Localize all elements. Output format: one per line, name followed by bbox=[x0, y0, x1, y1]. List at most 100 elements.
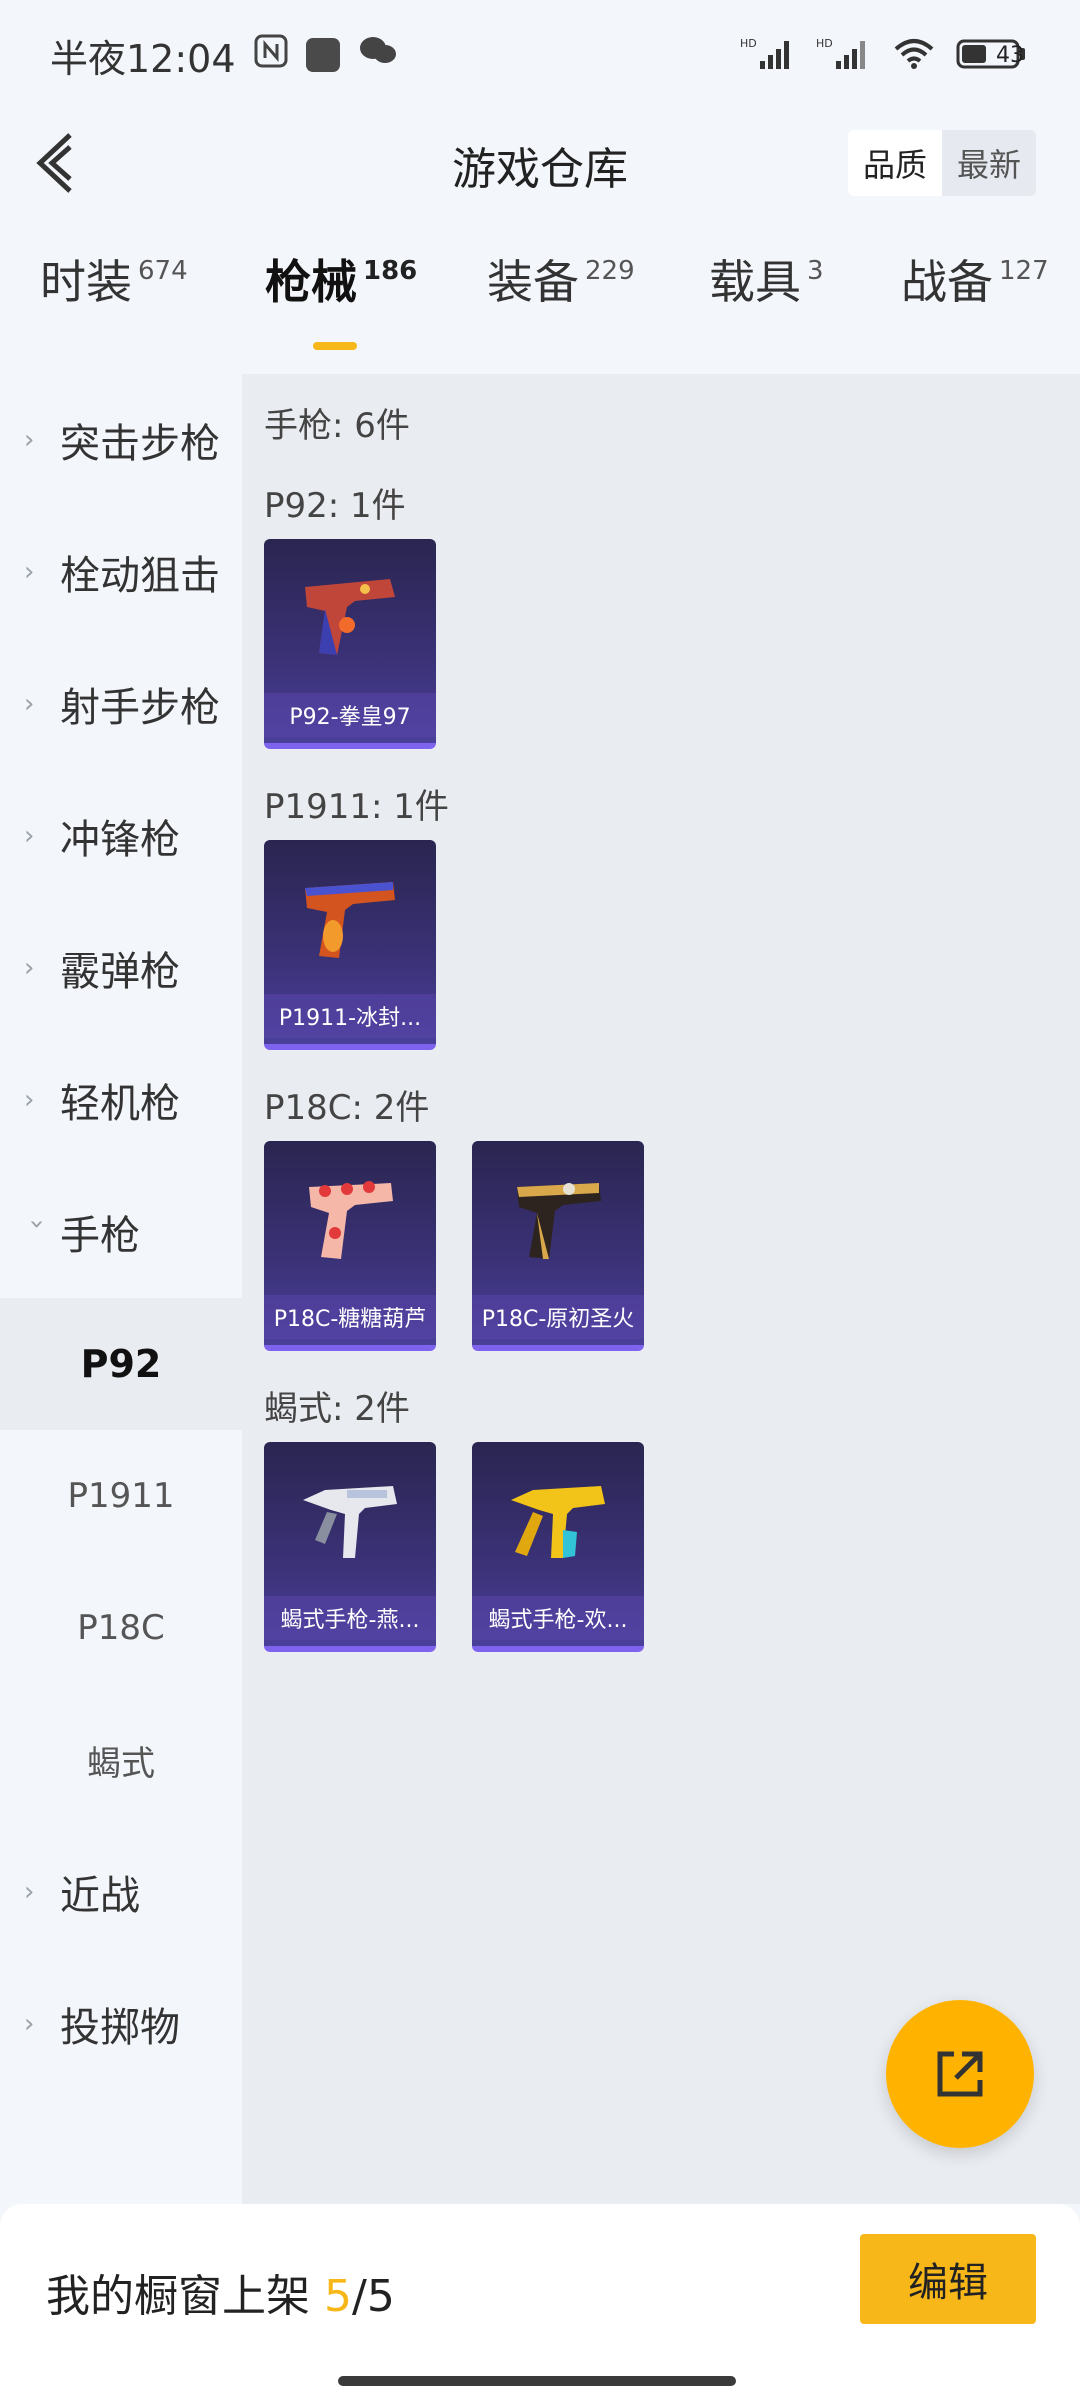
showcase-total-count: 5 bbox=[366, 2271, 395, 2322]
wechat-icon bbox=[358, 33, 398, 77]
sidebar-item-label: 冲锋枪 bbox=[60, 817, 180, 863]
sidebar-item-label: 突击步枪 bbox=[60, 421, 220, 467]
item-name: P1911-冰封... bbox=[264, 994, 436, 1038]
smg-skin-image bbox=[472, 1450, 644, 1590]
chevron-right-icon: › bbox=[24, 425, 35, 455]
item-card[interactable]: 蝎式手枪-燕... bbox=[264, 1442, 436, 1652]
tab-equipment[interactable]: 装备 229 bbox=[487, 250, 709, 314]
sidebar-item-bolt-sniper[interactable]: › 栓动狙击 bbox=[0, 506, 242, 638]
sidebar-item-assault-rifle[interactable]: › 突击步枪 bbox=[0, 374, 242, 506]
bottom-bar: 我的橱窗上架 5/5 编辑 bbox=[0, 2204, 1080, 2400]
pistol-skin-image bbox=[264, 848, 436, 988]
sidebar-item-label: 投掷物 bbox=[60, 2005, 180, 2051]
tab-label: 枪械 bbox=[265, 255, 357, 309]
group-title-p1911: P1911: 1件 bbox=[264, 787, 449, 827]
chevron-right-icon: › bbox=[24, 821, 35, 851]
tab-label: 时装 bbox=[40, 255, 132, 309]
app-root: 半夜12:04 HD HD 43 游戏仓库 品质 最新 时装 674 枪械 18… bbox=[0, 0, 1080, 2400]
sort-toggle: 品质 最新 bbox=[848, 130, 1036, 196]
sidebar-item-pistol[interactable]: › 手枪 bbox=[0, 1166, 242, 1298]
sidebar-item-lmg[interactable]: › 轻机枪 bbox=[0, 1034, 242, 1166]
chevron-right-icon: › bbox=[24, 1085, 35, 1115]
sidebar-item-label: 霰弹枪 bbox=[60, 949, 180, 995]
showcase-current-count: 5 bbox=[324, 2271, 352, 2322]
sidebar-item-label: 手枪 bbox=[60, 1213, 140, 1259]
sidebar-subitem-scorpion[interactable]: 蝎式 bbox=[0, 1694, 242, 1826]
tab-count: 674 bbox=[138, 256, 188, 286]
item-card[interactable]: P18C-原初圣火 bbox=[472, 1141, 644, 1351]
sidebar-item-marksman-rifle[interactable]: › 射手步枪 bbox=[0, 638, 242, 770]
share-fab-button[interactable] bbox=[886, 2000, 1034, 2148]
category-sidebar: › 突击步枪 › 栓动狙击 › 射手步枪 › 冲锋枪 › 霰弹枪 › 轻机枪 › 手枪 P92… bbox=[0, 374, 242, 2204]
showcase-label: 我的橱窗上架 bbox=[46, 2271, 324, 2322]
group-items-p18c: P18C-糖糖葫芦 P18C-原初圣火 bbox=[264, 1141, 1080, 1351]
sidebar-item-throwables[interactable]: › 投掷物 bbox=[0, 1958, 242, 2090]
battery-level: 43 bbox=[996, 42, 1024, 68]
item-card[interactable]: P18C-糖糖葫芦 bbox=[264, 1141, 436, 1351]
signal-icon: HD bbox=[740, 35, 796, 76]
group-items-p92: P92-拳皇97 bbox=[264, 539, 1080, 749]
svg-text:HD: HD bbox=[816, 37, 833, 50]
tab-count: 3 bbox=[807, 256, 824, 286]
app-notification-icon bbox=[305, 38, 340, 72]
tab-active-indicator bbox=[313, 342, 357, 350]
group-title-scorpion: 蝎式: 2件 bbox=[264, 1389, 410, 1429]
status-right: HD HD 43 bbox=[740, 35, 1030, 76]
tab-count: 127 bbox=[999, 256, 1049, 286]
sort-quality-button[interactable]: 品质 bbox=[848, 130, 942, 196]
status-left: 半夜12:04 bbox=[50, 28, 398, 83]
group-title-p92: P92: 1件 bbox=[264, 486, 406, 526]
pistol-skin-image bbox=[472, 1149, 644, 1289]
item-name: P18C-原初圣火 bbox=[472, 1295, 644, 1339]
pistol-skin-image bbox=[264, 547, 436, 687]
pistol-skin-image bbox=[264, 1149, 436, 1289]
sidebar-item-label: 近战 bbox=[60, 1873, 140, 1919]
group-items-scorpion: 蝎式手枪-燕... 蝎式手枪-欢... bbox=[264, 1442, 1080, 1652]
sidebar-item-shotgun[interactable]: › 霰弹枪 bbox=[0, 902, 242, 1034]
showcase-status: 我的橱窗上架 5/5 bbox=[46, 2260, 395, 2324]
item-name: P18C-糖糖葫芦 bbox=[264, 1295, 436, 1339]
item-card[interactable]: P92-拳皇97 bbox=[264, 539, 436, 749]
chevron-down-icon: › bbox=[22, 1219, 52, 1230]
chevron-right-icon: › bbox=[24, 1877, 35, 1907]
category-tabs: 时装 674 枪械 186 装备 229 载具 3 战备 127 bbox=[0, 250, 1080, 370]
chevron-right-icon: › bbox=[24, 557, 35, 587]
nfc-icon bbox=[254, 33, 288, 77]
tab-label: 装备 bbox=[487, 255, 579, 309]
signal-icon-2: HD bbox=[816, 35, 872, 76]
item-name: P92-拳皇97 bbox=[264, 693, 436, 737]
sidebar-item-melee[interactable]: › 近战 bbox=[0, 1826, 242, 1958]
sidebar-subitem-p1911[interactable]: P1911 bbox=[0, 1430, 242, 1562]
category-summary: 手枪: 6件 bbox=[264, 406, 410, 446]
item-card[interactable]: P1911-冰封... bbox=[264, 840, 436, 1050]
wifi-icon bbox=[892, 35, 936, 76]
home-indicator[interactable] bbox=[338, 2376, 736, 2386]
item-card[interactable]: 蝎式手枪-欢... bbox=[472, 1442, 644, 1652]
sidebar-subitem-p18c[interactable]: P18C bbox=[0, 1562, 242, 1694]
back-button[interactable] bbox=[20, 128, 90, 198]
showcase-separator: / bbox=[352, 2271, 367, 2322]
edit-button[interactable]: 编辑 bbox=[860, 2234, 1036, 2324]
back-arrow-icon bbox=[36, 133, 72, 193]
chevron-right-icon: › bbox=[24, 953, 35, 983]
group-title-p18c: P18C: 2件 bbox=[264, 1088, 430, 1128]
sidebar-item-smg[interactable]: › 冲锋枪 bbox=[0, 770, 242, 902]
status-bar: 半夜12:04 HD HD 43 bbox=[0, 0, 1080, 110]
group-items-p1911: P1911-冰封... bbox=[264, 840, 1080, 1050]
tab-fashion[interactable]: 时装 674 bbox=[40, 250, 265, 314]
sort-newest-button[interactable]: 最新 bbox=[942, 130, 1036, 196]
sidebar-subitem-p92[interactable]: P92 bbox=[0, 1298, 242, 1430]
tab-label: 载具 bbox=[709, 255, 801, 309]
item-name: 蝎式手枪-燕... bbox=[264, 1596, 436, 1640]
item-list: 手枪: 6件 P92: 1件 P92-拳皇97 P1911: 1件 P1911-… bbox=[242, 374, 1080, 2204]
smg-skin-image bbox=[264, 1450, 436, 1590]
svg-text:HD: HD bbox=[740, 37, 757, 50]
tab-battle-gear[interactable]: 战备 127 bbox=[901, 250, 1049, 314]
sidebar-item-label: 射手步枪 bbox=[60, 685, 220, 731]
tab-vehicles[interactable]: 载具 3 bbox=[709, 250, 901, 314]
tab-count: 186 bbox=[363, 256, 418, 286]
status-time: 半夜12:04 bbox=[50, 36, 236, 81]
tab-firearms[interactable]: 枪械 186 bbox=[265, 250, 487, 350]
item-name: 蝎式手枪-欢... bbox=[472, 1596, 644, 1640]
page-title: 游戏仓库 bbox=[452, 144, 628, 195]
